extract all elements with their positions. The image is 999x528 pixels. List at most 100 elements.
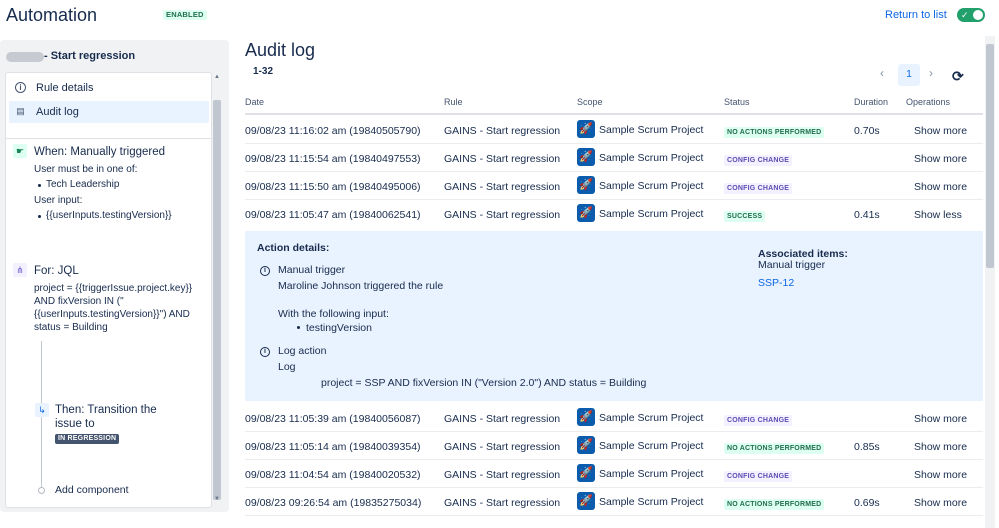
branch-line: {{userInputs.testingVersion}}") AND: [34, 309, 190, 320]
show-more-button[interactable]: Show more: [914, 497, 967, 509]
row-scope-name: Sample Scrum Project: [599, 496, 704, 508]
sidebar-scrollbar[interactable]: ▲ ▼: [212, 72, 222, 508]
row-duration: 0.85s: [854, 441, 880, 453]
status-lozenge: CONFIG CHANGE: [724, 415, 793, 426]
info-icon: i: [260, 266, 270, 276]
row-rule: GAINS - Start regression: [444, 469, 561, 481]
trigger-line: User input:: [34, 195, 83, 206]
row-scope-name: Sample Scrum Project: [599, 208, 704, 220]
row-rule: GAINS - Start regression: [444, 497, 561, 509]
enabled-badge: ENABLED: [163, 10, 207, 20]
row-status: CONFIG CHANGE: [724, 181, 793, 194]
redacted-rule-prefix: [6, 52, 44, 62]
show-more-button[interactable]: Show more: [914, 469, 967, 481]
page-title: Audit log: [245, 40, 316, 60]
chevron-right-icon[interactable]: ›: [929, 66, 933, 80]
trigger-line: User must be in one of:: [34, 164, 138, 175]
column-header-date: Date: [245, 97, 265, 107]
scroll-up-arrow[interactable]: ▲: [214, 74, 220, 80]
refresh-icon[interactable]: ⟳: [952, 68, 964, 85]
show-more-button[interactable]: Show more: [914, 441, 967, 453]
row-date: 09/08/23 11:05:14 am (19840039354): [245, 441, 421, 453]
table-row: 09/08/23 09:26:54 am (19835275034) GAINS…: [245, 488, 983, 516]
row-scope-name: Sample Scrum Project: [599, 124, 704, 136]
table-header-divider: [245, 113, 983, 115]
pointer-icon: ☛: [13, 144, 27, 158]
row-scope-name: Sample Scrum Project: [599, 468, 704, 480]
row-duration: 0.70s: [854, 125, 880, 137]
row-date: 09/08/23 11:16:02 am (19840505790): [245, 125, 421, 137]
row-status: NO ACTIONS PERFORMED: [724, 497, 825, 510]
row-duration: 0.69s: [854, 497, 880, 509]
show-more-button[interactable]: Show more: [914, 181, 967, 193]
branch-line: AND fixVersion IN (": [34, 296, 124, 307]
scroll-down-arrow[interactable]: ▼: [214, 496, 220, 502]
row-date: 09/08/23 11:05:47 am (19840062541): [245, 209, 421, 221]
nav-audit-log[interactable]: ▤ Audit log: [9, 101, 209, 123]
add-component-button[interactable]: Add component: [55, 484, 129, 496]
return-to-list-link[interactable]: Return to list: [885, 9, 947, 21]
row-duration: 0.41s: [854, 209, 880, 221]
page-button-current[interactable]: 1: [898, 64, 920, 86]
result-range: 1-32: [253, 66, 274, 77]
row-rule: GAINS - Start regression: [444, 413, 561, 425]
action-details-panel: Action details: i Manual trigger Marolin…: [245, 231, 983, 401]
row-rule: GAINS - Start regression: [444, 181, 561, 193]
info-icon: i: [15, 82, 26, 93]
rocket-icon: 🚀: [577, 204, 595, 222]
associated-items-label: Manual trigger: [758, 259, 826, 271]
input-heading: With the following input:: [278, 308, 389, 320]
branch-line: project = {{triggerIssue.project.key}}: [34, 283, 193, 294]
status-lozenge: NO ACTIONS PERFORMED: [724, 443, 825, 454]
status-lozenge: CONFIG CHANGE: [724, 471, 793, 482]
scrollbar-thumb[interactable]: [986, 44, 994, 268]
add-component-dot: [38, 487, 45, 494]
row-rule: GAINS - Start regression: [444, 153, 561, 165]
row-date: 09/08/23 09:26:54 am (19835275034): [245, 497, 422, 509]
status-lozenge: CONFIG CHANGE: [724, 155, 793, 166]
action-title-line2: issue to: [55, 418, 95, 430]
app-title: Automation: [6, 5, 98, 25]
row-scope-name: Sample Scrum Project: [599, 412, 704, 424]
action-details-title: Action details:: [257, 242, 330, 254]
row-rule: GAINS - Start regression: [444, 209, 561, 221]
row-scope-name: Sample Scrum Project: [599, 180, 704, 192]
row-status: CONFIG CHANGE: [724, 153, 793, 166]
status-lozenge: SUCCESS: [724, 211, 766, 222]
column-header-status: Status: [724, 97, 750, 107]
issue-link[interactable]: SSP-12: [758, 277, 794, 289]
column-header-rule: Rule: [444, 97, 463, 107]
show-more-button[interactable]: Show more: [914, 413, 967, 425]
log-heading: Log action: [278, 345, 327, 357]
target-status-lozenge: IN REGRESSION: [55, 434, 120, 444]
divider: [6, 138, 211, 139]
show-more-button[interactable]: Show more: [914, 153, 967, 165]
chevron-left-icon[interactable]: ‹: [880, 66, 884, 80]
table-row: 09/08/23 11:15:50 am (19840495006) GAINS…: [245, 172, 983, 200]
trigger-heading: Manual trigger: [278, 264, 346, 276]
rule-enabled-toggle[interactable]: ✓: [957, 8, 985, 22]
column-header-operations: Operations: [906, 97, 951, 107]
scrollbar-thumb[interactable]: [213, 100, 221, 500]
main-scrollbar[interactable]: [985, 36, 995, 528]
show-more-button[interactable]: Show more: [914, 125, 967, 137]
table-row: 09/08/23 11:04:54 am (19840020532) GAINS…: [245, 460, 983, 488]
trigger-input: {{userInputs.testingVersion}}: [46, 210, 172, 221]
row-status: CONFIG CHANGE: [724, 413, 793, 426]
rocket-icon: 🚀: [577, 436, 595, 454]
toggle-knob: [973, 10, 983, 20]
rocket-icon: 🚀: [577, 408, 595, 426]
nav-label: Audit log: [36, 106, 79, 118]
show-less-button[interactable]: Show less: [914, 209, 962, 221]
rocket-icon: 🚀: [577, 492, 595, 510]
trigger-title: When: Manually triggered: [34, 146, 166, 158]
transition-icon: ↳: [35, 403, 49, 417]
nav-rule-details[interactable]: i Rule details: [9, 77, 209, 99]
branch-title: For: JQL: [34, 265, 79, 277]
table-row: 09/08/23 11:16:02 am (19840505790) GAINS…: [245, 116, 983, 144]
bullet: [38, 215, 41, 218]
table-row: 09/08/23 11:05:39 am (19840056087) GAINS…: [245, 404, 983, 432]
log-text: project = SSP AND fixVersion IN ("Versio…: [321, 377, 647, 389]
document-icon: ▤: [16, 106, 25, 116]
row-status: NO ACTIONS PERFORMED: [724, 441, 825, 454]
